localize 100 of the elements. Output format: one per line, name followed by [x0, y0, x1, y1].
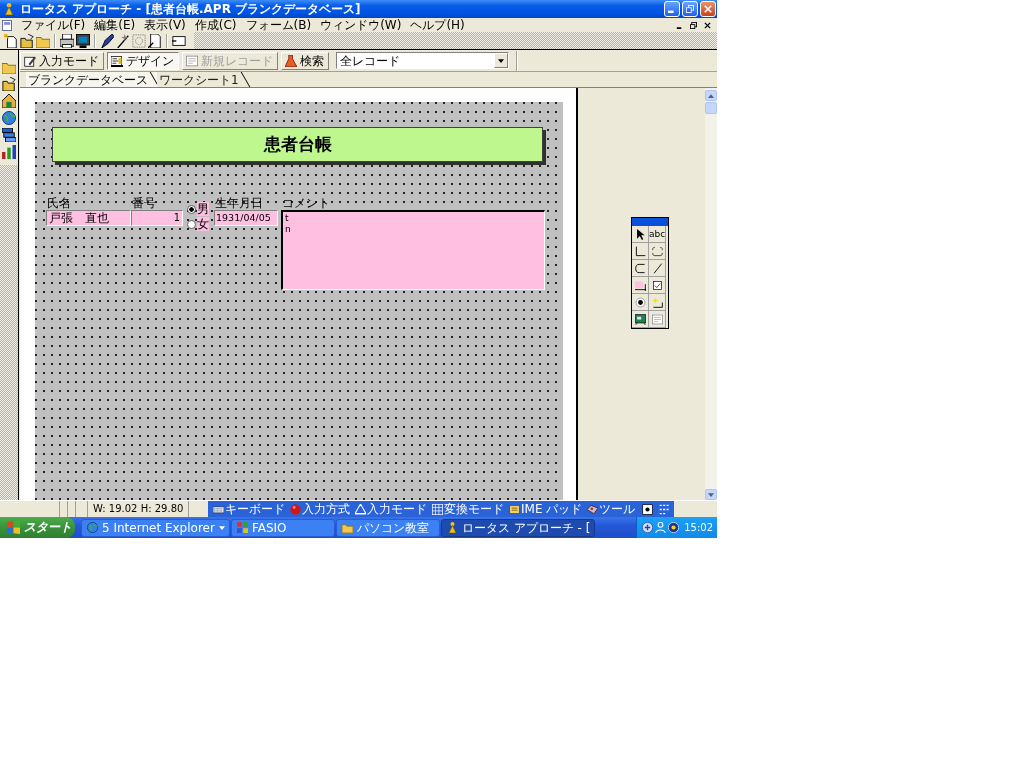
open-folder-icon[interactable] [2, 77, 16, 91]
date-field[interactable]: 1931/04/05 [214, 210, 278, 226]
folder-icon[interactable] [2, 60, 16, 74]
taskbar-button[interactable]: パソコン教室 [335, 518, 440, 537]
form-title: 患者台帳 [52, 127, 543, 162]
corner-icon[interactable] [634, 245, 646, 257]
globe-icon[interactable] [2, 111, 16, 125]
open-folder-icon[interactable] [20, 33, 34, 48]
plus-circle-icon[interactable] [642, 522, 654, 533]
keyboard-icon [213, 503, 224, 515]
house-icon[interactable] [2, 94, 16, 108]
pointer-icon[interactable] [634, 228, 646, 240]
field-label: 氏名 [46, 196, 72, 210]
monitor-icon[interactable] [76, 33, 90, 48]
folder-icon [341, 522, 353, 533]
up-arrow-icon [708, 93, 714, 98]
document-icon[interactable] [148, 33, 162, 48]
line-icon[interactable] [651, 262, 663, 274]
dotted-square-icon[interactable] [132, 33, 146, 48]
blocks-icon [236, 522, 248, 533]
menu-item[interactable]: フォーム(B) [241, 18, 316, 32]
menu-item[interactable]: ヘルプ(H) [406, 18, 469, 32]
field-label: 生年月日 [214, 196, 264, 210]
scroll-thumb[interactable] [705, 102, 717, 114]
disc-icon[interactable] [668, 522, 680, 533]
pencil-icon [24, 54, 36, 67]
pen-icon[interactable] [100, 33, 114, 48]
scroll-down-button[interactable] [705, 489, 717, 500]
checkbox-icon[interactable] [651, 279, 663, 291]
close-icon [703, 21, 711, 29]
language-bar-button[interactable]: 入力方式 [289, 501, 351, 517]
triangle-icon [355, 503, 366, 515]
view-dropdown[interactable]: 全レコード [336, 52, 509, 69]
flask-icon [285, 54, 297, 67]
down-arrow-icon [708, 492, 714, 497]
tag-icon [587, 503, 599, 515]
language-bar-button[interactable]: 入力モード [354, 501, 428, 517]
wand-icon[interactable] [116, 33, 130, 48]
view-tab[interactable]: ワークシート1 [157, 72, 248, 87]
person-icon[interactable] [655, 522, 667, 533]
field-label: 番号 [131, 196, 157, 210]
printer-icon[interactable] [60, 33, 74, 48]
chart-icon[interactable] [2, 145, 16, 159]
comment-field[interactable]: t n [281, 210, 545, 290]
taskbar-button[interactable]: 5 Internet Explorer [81, 518, 230, 537]
mode-button[interactable]: 検索 [281, 51, 329, 70]
clock: 15:02 [684, 522, 713, 533]
picture-icon[interactable] [634, 313, 646, 325]
menu-item[interactable]: ファイル(F) [17, 18, 90, 32]
radio-label: 女 [197, 217, 209, 231]
restore-button[interactable] [687, 19, 699, 31]
grid-icon [432, 503, 443, 515]
mode-button[interactable]: 入力モード [20, 51, 104, 70]
new-file-icon[interactable] [4, 33, 18, 48]
language-bar-button[interactable]: 変換モード [431, 501, 505, 517]
window-icon[interactable] [2, 19, 13, 31]
restore-icon [686, 5, 694, 13]
caret-icon [498, 58, 504, 63]
taskbar-button[interactable]: FASIO [230, 518, 335, 537]
globe-icon [87, 522, 98, 533]
arc-icon[interactable] [634, 262, 646, 274]
menu-item[interactable]: 編集(E) [90, 18, 140, 32]
dropdown-button[interactable] [494, 53, 508, 68]
tablet-icon [509, 503, 520, 515]
language-bar-button[interactable]: キーボード [212, 501, 286, 517]
menu-item[interactable]: 作成(C) [190, 18, 241, 32]
taskbar-button[interactable]: ロータス アプローチ - [ [440, 518, 596, 537]
menu-item[interactable]: ウィンドウ(W) [316, 18, 406, 32]
stack-icon[interactable] [2, 128, 16, 142]
sparkle-icon[interactable] [651, 296, 663, 308]
frame-icon[interactable] [172, 33, 186, 48]
language-bar-button[interactable]: IME パッド [508, 501, 584, 517]
restore-icon [689, 21, 697, 29]
figure-icon [446, 522, 458, 533]
scroll-up-button[interactable] [705, 90, 717, 101]
radio-button[interactable] [187, 204, 196, 214]
start-button[interactable]: スタート [0, 517, 75, 538]
dots-icon[interactable] [659, 503, 671, 515]
language-bar-button[interactable]: ツール [586, 501, 637, 517]
form-icon [186, 54, 198, 67]
window-title: ロータス アプローチ - [患者台帳.APR ブランクデータベース] [20, 2, 362, 16]
radio-button[interactable] [187, 219, 196, 229]
radio-icon[interactable] [634, 296, 646, 308]
menu-item[interactable]: 表示(V) [140, 18, 190, 32]
form-icon[interactable] [651, 313, 663, 325]
radio-label: 男 [197, 202, 209, 216]
name-field[interactable]: 戸張 直也 [46, 210, 131, 226]
mode-button[interactable]: デザイン [107, 51, 179, 70]
field-label: コメント [281, 196, 331, 210]
ball-icon [290, 503, 301, 515]
design-icon [111, 54, 123, 67]
flag-icon [7, 521, 20, 534]
field-icon[interactable] [634, 279, 646, 291]
text-tool-button[interactable]: abc [649, 226, 666, 243]
close-icon [704, 5, 712, 13]
number-field[interactable]: 1 [131, 210, 183, 226]
caret-icon [218, 525, 225, 530]
dot-square-icon[interactable] [642, 503, 654, 515]
figure-icon [3, 3, 15, 15]
view-tab[interactable]: ブランクデータベース [26, 72, 157, 87]
